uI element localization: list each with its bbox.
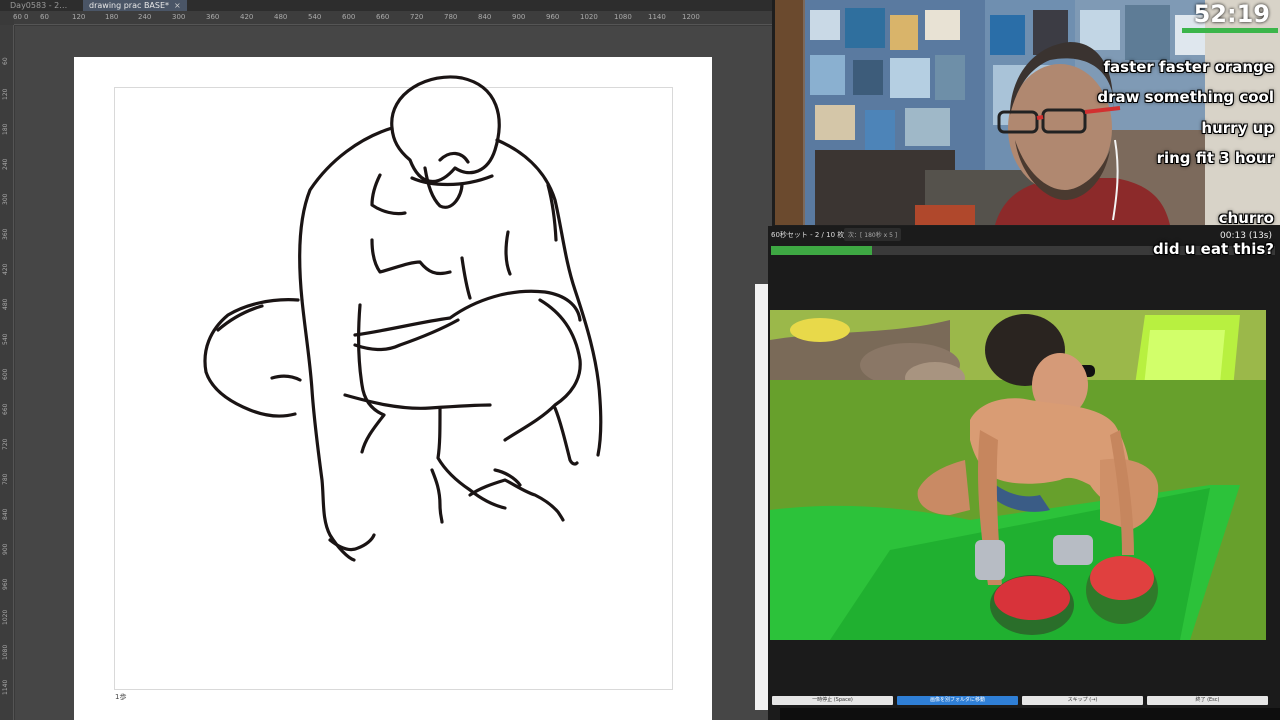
background-window-edge	[755, 284, 769, 710]
reference-button-row: 一時停止 (Space) 画像を別フォルダに移動 スキップ (→) 終了 (Es…	[770, 696, 1268, 706]
sketch-hair-stroke	[438, 151, 470, 164]
sketch-face-stroke	[423, 166, 464, 209]
sketch-right-shin-stroke	[553, 406, 579, 466]
chat-message: did u eat this?	[1152, 240, 1274, 258]
move-image-button[interactable]: 画像を別フォルダに移動	[897, 696, 1018, 705]
timer-underline	[1182, 28, 1278, 33]
gesture-sketch-drawing	[203, 75, 603, 562]
sketch-thigh-stroke	[353, 289, 582, 337]
sketch-forearm-stroke	[357, 303, 386, 454]
reference-photo-illustration	[770, 310, 1266, 640]
sketch-foot-stroke	[430, 468, 444, 524]
time-progress-fill	[771, 246, 872, 255]
end-button[interactable]: 終了 (Esc)	[1147, 696, 1268, 705]
sketch-abs-stroke	[460, 256, 472, 300]
sketch-back-stroke	[298, 126, 394, 302]
reference-photo	[770, 310, 1266, 640]
sketch-chest-stroke	[370, 238, 452, 276]
reference-timer-app: 60秒セット - 2 / 10 枚目 次：[ 180秒 x 5 ] 00:13 …	[768, 226, 1280, 720]
chat-message: hurry up	[1201, 119, 1274, 137]
sketch-back-foot-stroke	[270, 374, 302, 382]
stream-timer: 52:19	[1193, 0, 1270, 28]
webcam-scene-illustration	[775, 0, 1280, 225]
bottom-caption-strip	[780, 708, 1280, 720]
pause-button[interactable]: 一時停止 (Space)	[772, 696, 893, 705]
webcam-feed	[775, 0, 1280, 225]
sketch-left-arm-stroke	[300, 298, 356, 562]
chat-message: draw something cool	[1097, 88, 1274, 106]
page-label: 1歩	[115, 693, 127, 701]
skip-button[interactable]: スキップ (→)	[1022, 696, 1143, 705]
next-mode-badge: 次：[ 180秒 x 5 ]	[844, 228, 902, 241]
chat-message: churro	[1218, 209, 1274, 227]
session-status: 60秒セット - 2 / 10 枚目	[771, 231, 852, 239]
sketch-shoulder-stroke	[370, 173, 407, 216]
sketch-right-knee-stroke	[503, 298, 582, 442]
sketch-back-leg-stroke	[203, 298, 300, 418]
sketch-side-stroke	[504, 230, 512, 276]
sketch-head-stroke	[390, 75, 501, 184]
chat-message: ring fit 3 hour	[1156, 149, 1274, 167]
chat-message: faster faster orange	[1103, 58, 1275, 76]
